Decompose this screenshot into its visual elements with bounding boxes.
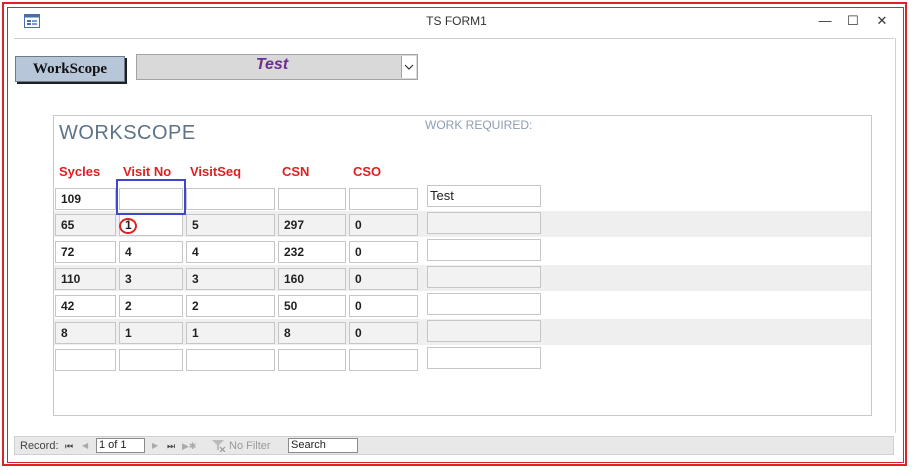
work-required-field[interactable] bbox=[427, 266, 541, 288]
record-navigation-bar: Record: ⏮ ◀ 1 of 1 ▶ ⏭ ▶✱ No Filter Sear… bbox=[14, 436, 894, 455]
csn-field[interactable]: 160 bbox=[278, 268, 346, 290]
visitseq-field[interactable]: 2 bbox=[186, 295, 275, 317]
sycles-field[interactable]: 65 bbox=[55, 214, 116, 236]
column-header-visit-no: Visit No bbox=[123, 164, 172, 179]
work-required-field[interactable] bbox=[427, 212, 541, 234]
previous-record-icon[interactable]: ◀ bbox=[82, 438, 88, 454]
visit-no-field[interactable]: 3 bbox=[119, 268, 183, 290]
work-required-field[interactable] bbox=[427, 293, 541, 315]
minimize-button[interactable]: — bbox=[812, 10, 838, 32]
csn-field[interactable]: 232 bbox=[278, 241, 346, 263]
visitseq-field[interactable]: 5 bbox=[186, 214, 275, 236]
form-divider bbox=[895, 38, 896, 433]
window-title: TS FORM1 bbox=[426, 14, 487, 28]
next-record-icon[interactable]: ▶ bbox=[152, 438, 158, 454]
work-required-label: WORK REQUIRED: bbox=[425, 118, 533, 132]
visit-no-field[interactable]: 1 bbox=[119, 322, 183, 344]
csn-field[interactable] bbox=[278, 349, 346, 371]
search-input[interactable]: Search bbox=[288, 438, 358, 453]
record-label: Record: bbox=[20, 440, 59, 452]
last-record-icon[interactable]: ⏭ bbox=[167, 438, 175, 454]
combo-value: Test bbox=[255, 56, 289, 73]
new-record-icon[interactable]: ▶✱ bbox=[182, 438, 196, 454]
visitseq-field[interactable]: 3 bbox=[186, 268, 275, 290]
work-required-field[interactable]: Test bbox=[427, 185, 541, 207]
cso-field[interactable] bbox=[349, 188, 418, 210]
sycles-field[interactable]: 42 bbox=[55, 295, 116, 317]
focus-highlight bbox=[116, 179, 186, 215]
visit-no-field[interactable]: 2 bbox=[119, 295, 183, 317]
visitseq-field[interactable] bbox=[186, 188, 275, 210]
sycles-field[interactable] bbox=[55, 349, 116, 371]
csn-field[interactable]: 297 bbox=[278, 214, 346, 236]
csn-field[interactable]: 50 bbox=[278, 295, 346, 317]
close-button[interactable]: ✕ bbox=[869, 10, 895, 32]
chevron-down-icon[interactable] bbox=[401, 56, 416, 78]
filter-icon[interactable] bbox=[211, 438, 227, 457]
cso-field[interactable]: 0 bbox=[349, 268, 418, 290]
first-record-icon[interactable]: ⏮ bbox=[65, 438, 73, 454]
no-filter-label[interactable]: No Filter bbox=[229, 438, 271, 454]
maximize-button[interactable]: ☐ bbox=[840, 10, 866, 32]
cso-field[interactable]: 0 bbox=[349, 322, 418, 344]
workscope-combo[interactable]: Test bbox=[136, 54, 418, 80]
cso-field[interactable]: 0 bbox=[349, 295, 418, 317]
sycles-field[interactable]: 110 bbox=[55, 268, 116, 290]
csn-field[interactable] bbox=[278, 188, 346, 210]
work-required-field[interactable] bbox=[427, 347, 541, 369]
visit-no-field[interactable] bbox=[119, 349, 183, 371]
work-required-field[interactable] bbox=[427, 320, 541, 342]
column-header-visitseq: VisitSeq bbox=[190, 164, 242, 179]
sycles-field[interactable]: 8 bbox=[55, 322, 116, 344]
cso-field[interactable] bbox=[349, 349, 418, 371]
red-circle-annotation bbox=[119, 218, 137, 234]
subform-title: WORKSCOPE bbox=[59, 122, 196, 144]
workscope-button[interactable]: WorkScope bbox=[15, 56, 125, 82]
visitseq-field[interactable]: 1 bbox=[186, 322, 275, 344]
sycles-field[interactable]: 72 bbox=[55, 241, 116, 263]
visitseq-field[interactable] bbox=[186, 349, 275, 371]
work-required-field[interactable] bbox=[427, 239, 541, 261]
visitseq-field[interactable]: 4 bbox=[186, 241, 275, 263]
cso-field[interactable]: 0 bbox=[349, 241, 418, 263]
column-header-cso: CSO bbox=[353, 164, 382, 179]
column-header-csn: CSN bbox=[282, 164, 310, 179]
csn-field[interactable]: 8 bbox=[278, 322, 346, 344]
record-position-input[interactable]: 1 of 1 bbox=[96, 438, 145, 453]
cso-field[interactable]: 0 bbox=[349, 214, 418, 236]
column-header-sycles: Sycles bbox=[59, 164, 101, 179]
visit-no-field[interactable]: 4 bbox=[119, 241, 183, 263]
sycles-field[interactable]: 109 bbox=[55, 188, 116, 210]
